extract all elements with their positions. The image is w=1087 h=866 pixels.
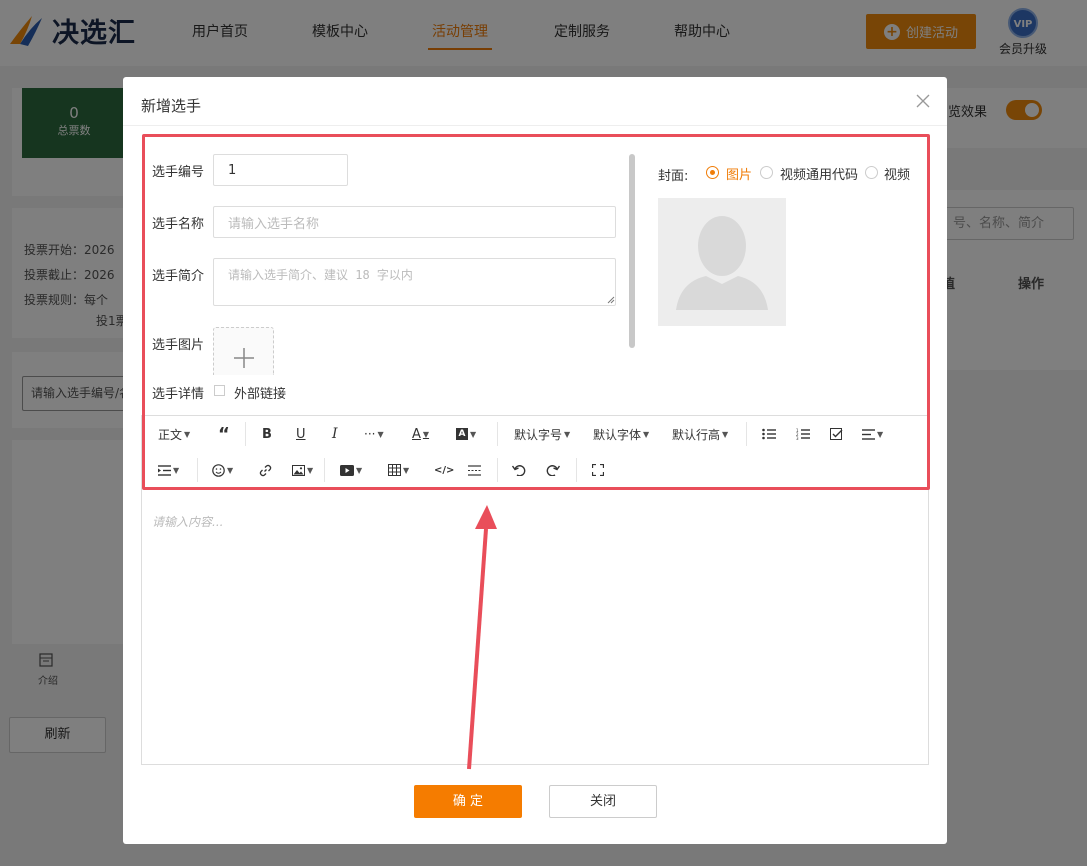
plus-icon bbox=[234, 348, 254, 368]
table-insert-icon[interactable]: ▼ bbox=[388, 452, 409, 488]
caret-down-icon: ▼ bbox=[564, 429, 571, 439]
resize-handle-icon[interactable] bbox=[607, 296, 615, 304]
underline-icon[interactable]: U bbox=[296, 416, 306, 452]
image-label: 选手图片 bbox=[152, 338, 205, 353]
editor-content-area[interactable]: 请输入内容... bbox=[152, 513, 223, 530]
undo-icon[interactable] bbox=[512, 452, 526, 488]
external-link-checkbox[interactable] bbox=[214, 385, 225, 396]
avatar-placeholder-icon bbox=[676, 216, 768, 310]
image-upload-box[interactable] bbox=[213, 327, 274, 375]
form-scrollbar[interactable] bbox=[629, 154, 635, 348]
cover-option-image-label[interactable]: 图片 bbox=[726, 164, 752, 183]
add-player-modal: 新增选手 选手编号 1 选手名称 请输入选手名称 选手简介 请输入选手简介、建议… bbox=[123, 77, 947, 844]
italic-icon[interactable]: I bbox=[332, 416, 338, 452]
checklist-icon[interactable] bbox=[830, 416, 843, 452]
name-label: 选手名称 bbox=[152, 217, 205, 232]
detail-label: 选手详情 bbox=[152, 387, 205, 402]
close-button[interactable]: 关闭 bbox=[549, 785, 657, 818]
confirm-button[interactable]: 确 定 bbox=[414, 785, 522, 818]
caret-down-icon: ▼ bbox=[643, 429, 650, 439]
svg-text:3: 3 bbox=[796, 436, 799, 440]
caret-down-icon: ▼ bbox=[184, 429, 191, 439]
font-color-icon[interactable]: A ▼ bbox=[412, 416, 429, 452]
cover-option-image-radio[interactable] bbox=[706, 166, 719, 179]
paragraph-dropdown-label: 正文 bbox=[158, 427, 183, 442]
cover-label: 封面: bbox=[658, 169, 689, 184]
number-input[interactable]: 1 bbox=[213, 154, 348, 186]
redo-icon[interactable] bbox=[546, 452, 560, 488]
video-insert-icon[interactable]: ▼ bbox=[340, 452, 362, 488]
font-size-dropdown-label: 默认字号 bbox=[514, 427, 563, 442]
intro-textarea[interactable]: 请输入选手简介、建议 18 字以内 bbox=[213, 258, 616, 306]
modal-divider bbox=[123, 125, 947, 126]
indent-icon[interactable]: ▼ bbox=[158, 452, 179, 488]
fullscreen-icon[interactable] bbox=[592, 452, 604, 488]
line-height-dropdown-label: 默认行高 bbox=[672, 427, 721, 442]
font-family-dropdown[interactable]: 默认字体 ▼ bbox=[593, 416, 649, 452]
code-icon[interactable]: </> bbox=[434, 452, 454, 488]
cover-placeholder-image[interactable] bbox=[658, 198, 786, 326]
quote-icon[interactable]: “ bbox=[218, 416, 230, 452]
intro-label: 选手简介 bbox=[152, 269, 205, 284]
cover-option-video-label[interactable]: 视频 bbox=[884, 164, 910, 183]
more-formats-icon[interactable]: ··· ▼ bbox=[364, 416, 384, 452]
rich-text-editor: 正文 ▼ “ B U I ··· ▼ A ▼ A ▼ 默认字号 ▼ 默认字体 ▼ 默认行高 ▼… bbox=[141, 415, 929, 765]
align-icon[interactable]: ▼ bbox=[862, 416, 883, 452]
bold-icon[interactable]: B bbox=[262, 416, 272, 452]
cover-option-video-code-radio[interactable] bbox=[760, 166, 773, 179]
divider-icon[interactable] bbox=[468, 452, 481, 488]
paragraph-dropdown[interactable]: 正文 ▼ bbox=[158, 416, 190, 452]
numbered-list-icon[interactable]: 123 bbox=[796, 416, 810, 452]
external-link-label: 外部链接 bbox=[234, 387, 287, 402]
close-icon[interactable] bbox=[915, 93, 931, 109]
image-insert-icon[interactable]: ▼ bbox=[292, 452, 313, 488]
bullet-list-icon[interactable] bbox=[762, 416, 776, 452]
modal-title: 新增选手 bbox=[141, 97, 202, 115]
editor-toolbar: 正文 ▼ “ B U I ··· ▼ A ▼ A ▼ 默认字号 ▼ 默认字体 ▼ 默认行高 ▼… bbox=[142, 416, 928, 488]
background-color-icon[interactable]: A ▼ bbox=[456, 416, 476, 452]
cover-option-video-code-label[interactable]: 视频通用代码 bbox=[780, 164, 858, 183]
font-size-dropdown[interactable]: 默认字号 ▼ bbox=[514, 416, 570, 452]
name-input[interactable]: 请输入选手名称 bbox=[213, 206, 616, 238]
link-icon[interactable] bbox=[259, 452, 272, 488]
line-height-dropdown[interactable]: 默认行高 ▼ bbox=[672, 416, 728, 452]
number-label: 选手编号 bbox=[152, 165, 205, 180]
cover-option-video-radio[interactable] bbox=[865, 166, 878, 179]
emoji-icon[interactable]: ▼ bbox=[212, 452, 233, 488]
font-family-dropdown-label: 默认字体 bbox=[593, 427, 642, 442]
caret-down-icon: ▼ bbox=[722, 429, 729, 439]
